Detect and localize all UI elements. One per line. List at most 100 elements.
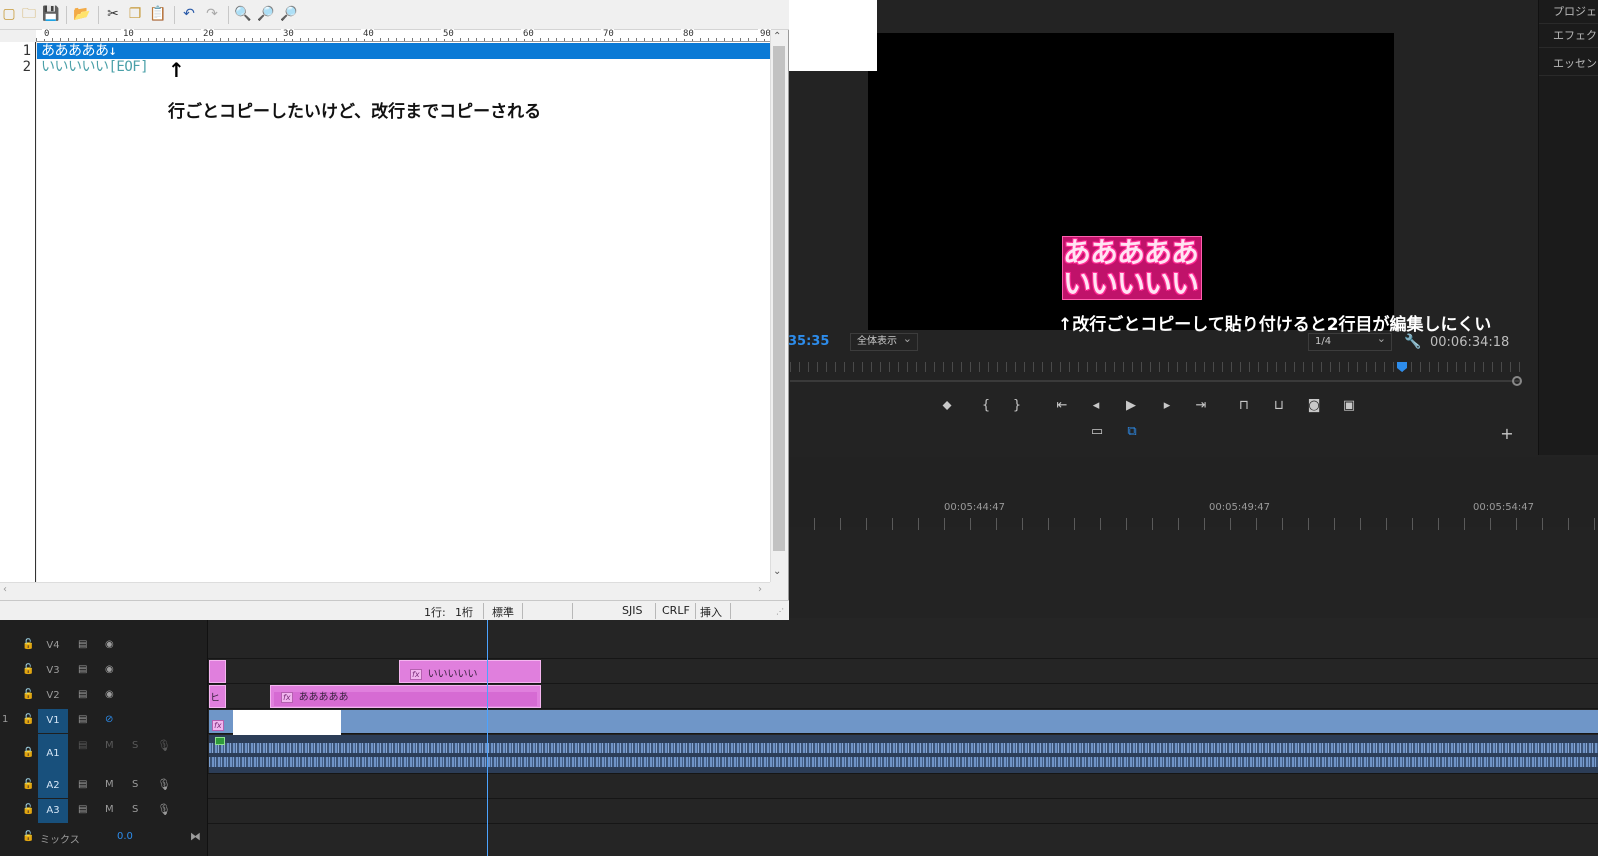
new-file-icon[interactable]: ▢ bbox=[0, 5, 18, 23]
track-name[interactable]: A2 bbox=[38, 774, 68, 798]
a1-audio-clip[interactable] bbox=[209, 735, 1598, 773]
in-point-icon[interactable]: { bbox=[977, 398, 995, 414]
microphone-icon[interactable]: 🎙 bbox=[157, 739, 171, 752]
insert-icon[interactable]: ⊓ bbox=[1235, 398, 1253, 414]
v1-video-clip[interactable] bbox=[209, 710, 1598, 733]
track-name[interactable]: V1 bbox=[38, 709, 68, 733]
source-patch-label[interactable]: 1 bbox=[2, 714, 8, 725]
column-ruler[interactable] bbox=[36, 30, 770, 42]
playhead-timecode[interactable]: 35:35 bbox=[788, 334, 829, 349]
v2-title-clip[interactable]: fx あああああ bbox=[270, 685, 541, 708]
monitor-scrub-bar[interactable] bbox=[790, 380, 1520, 382]
search-next-icon[interactable]: 🔎 bbox=[257, 5, 275, 23]
zoom-handle-icon[interactable] bbox=[1512, 376, 1522, 386]
horizontal-scrollbar[interactable]: ‹ › bbox=[0, 582, 770, 598]
go-to-out-icon[interactable]: ⇥ bbox=[1192, 398, 1210, 414]
sync-lock-icon[interactable]: ▤ bbox=[78, 664, 87, 675]
copy-icon[interactable]: ❐ bbox=[126, 5, 144, 23]
mute-button[interactable]: M bbox=[105, 804, 114, 815]
mute-button[interactable]: M bbox=[105, 740, 114, 751]
scroll-right-icon[interactable]: › bbox=[758, 584, 762, 595]
sync-lock-icon[interactable]: ▤ bbox=[78, 804, 87, 815]
add-button-icon[interactable]: + bbox=[1498, 426, 1516, 442]
monitor-time-ruler[interactable] bbox=[790, 362, 1520, 372]
redo-icon[interactable]: ↷ bbox=[203, 5, 221, 23]
track-name[interactable]: A1 bbox=[38, 734, 68, 774]
sync-lock-icon[interactable]: ▤ bbox=[78, 639, 87, 650]
v3-left-clip[interactable] bbox=[209, 660, 226, 683]
mix-value[interactable]: 0.0 bbox=[117, 831, 133, 842]
settings-icon[interactable]: 🔧 bbox=[1404, 334, 1421, 350]
lock-icon[interactable]: 🔓 bbox=[22, 689, 34, 700]
audio-waveform-top bbox=[209, 743, 1598, 753]
eye-icon[interactable]: ◉ bbox=[105, 689, 114, 700]
v3-title-clip[interactable]: fx いいいいい bbox=[399, 660, 541, 683]
sync-lock-icon[interactable]: ▤ bbox=[78, 689, 87, 700]
sync-lock-icon[interactable]: ▤ bbox=[78, 779, 87, 790]
scroll-left-icon[interactable]: ‹ bbox=[3, 584, 7, 595]
fit-dropdown[interactable]: 全体表示 bbox=[850, 331, 918, 351]
lock-icon[interactable]: 🔓 bbox=[22, 804, 34, 815]
cut-icon[interactable]: ✂ bbox=[104, 5, 122, 23]
open-folder-icon[interactable]: 🗀 bbox=[20, 5, 38, 23]
solo-button[interactable]: S bbox=[132, 779, 138, 790]
lock-icon[interactable]: 🔒 bbox=[22, 747, 34, 758]
track-name[interactable]: A3 bbox=[38, 799, 68, 823]
undo-icon[interactable]: ↶ bbox=[180, 5, 198, 23]
tab-project[interactable]: プロジェク bbox=[1539, 0, 1598, 24]
lock-icon[interactable]: 🔓 bbox=[22, 779, 34, 790]
overwrite-icon[interactable]: ⊔ bbox=[1270, 398, 1288, 414]
out-point-icon[interactable]: } bbox=[1008, 398, 1026, 414]
export-frame-icon[interactable]: ◙ bbox=[1305, 398, 1323, 414]
mix-arrows-icon[interactable]: ⧓ bbox=[190, 830, 201, 843]
sync-lock-icon[interactable]: ▤ bbox=[78, 740, 87, 751]
status-insert-mode[interactable]: 挿入 bbox=[700, 604, 722, 620]
timeline-playhead[interactable] bbox=[487, 618, 488, 856]
status-encoding[interactable]: SJIS bbox=[622, 604, 642, 617]
resolution-dropdown[interactable]: 1/4 bbox=[1308, 331, 1392, 351]
marker-icon[interactable]: ⬥ bbox=[938, 398, 956, 414]
eye-hidden-icon[interactable]: ⊘ bbox=[105, 714, 113, 725]
microphone-icon[interactable]: 🎙 bbox=[157, 778, 171, 791]
step-forward-icon[interactable]: ▸ bbox=[1158, 398, 1176, 414]
lock-icon[interactable]: 🔓 bbox=[22, 714, 34, 725]
timeline-ruler[interactable] bbox=[788, 457, 1598, 527]
solo-button[interactable]: S bbox=[132, 804, 138, 815]
eye-icon[interactable]: ◉ bbox=[105, 639, 114, 650]
search-prev-icon[interactable]: 🔎 bbox=[280, 5, 298, 23]
track-name[interactable]: V3 bbox=[38, 659, 68, 683]
vr-toggle-icon[interactable]: ⧉ bbox=[1123, 424, 1141, 440]
track-name[interactable]: V4 bbox=[38, 634, 68, 658]
go-to-in-icon[interactable]: ⇤ bbox=[1053, 398, 1071, 414]
play-icon[interactable]: ▶ bbox=[1122, 398, 1140, 414]
paste-icon[interactable]: 📋 bbox=[149, 5, 167, 23]
microphone-icon[interactable]: 🎙 bbox=[157, 803, 171, 816]
solo-button[interactable]: S bbox=[132, 740, 138, 751]
open-recent-icon[interactable]: 📂 bbox=[73, 5, 91, 23]
sync-lock-icon[interactable]: ▤ bbox=[78, 714, 87, 725]
vertical-scroll-thumb[interactable] bbox=[773, 46, 785, 551]
v1-white-clip[interactable] bbox=[233, 710, 341, 737]
text-area[interactable] bbox=[37, 42, 770, 582]
step-back-icon[interactable]: ◂ bbox=[1087, 398, 1105, 414]
mute-button[interactable]: M bbox=[105, 779, 114, 790]
v2-left-clip[interactable]: ヒ bbox=[209, 685, 226, 708]
title-graphic[interactable]: あああああ いいいいい bbox=[1062, 236, 1202, 300]
scroll-up-icon[interactable]: ⌃ bbox=[773, 31, 781, 42]
status-line-ending[interactable]: CRLF bbox=[662, 604, 690, 617]
editor-line-2[interactable]: いいいいい[EOF] bbox=[41, 59, 149, 75]
tab-essential[interactable]: エッセンシ bbox=[1539, 52, 1598, 76]
lock-icon[interactable]: 🔓 bbox=[22, 664, 34, 675]
compare-icon[interactable]: ▣ bbox=[1340, 398, 1358, 414]
safe-margins-icon[interactable]: ▭ bbox=[1088, 424, 1106, 440]
tab-effects[interactable]: エフェクト bbox=[1539, 24, 1598, 48]
track-name[interactable]: V2 bbox=[38, 684, 68, 708]
lock-icon[interactable]: 🔓 bbox=[22, 831, 34, 842]
search-icon[interactable]: 🔍 bbox=[234, 5, 252, 23]
lock-icon[interactable]: 🔓 bbox=[22, 639, 34, 650]
resize-grip-icon[interactable]: ⋰ bbox=[776, 607, 784, 616]
editor-line-1[interactable]: あああああ↓ bbox=[41, 43, 117, 59]
eye-icon[interactable]: ◉ bbox=[105, 664, 114, 675]
scroll-down-icon[interactable]: ⌄ bbox=[773, 566, 781, 577]
save-icon[interactable]: 💾 bbox=[42, 5, 60, 23]
